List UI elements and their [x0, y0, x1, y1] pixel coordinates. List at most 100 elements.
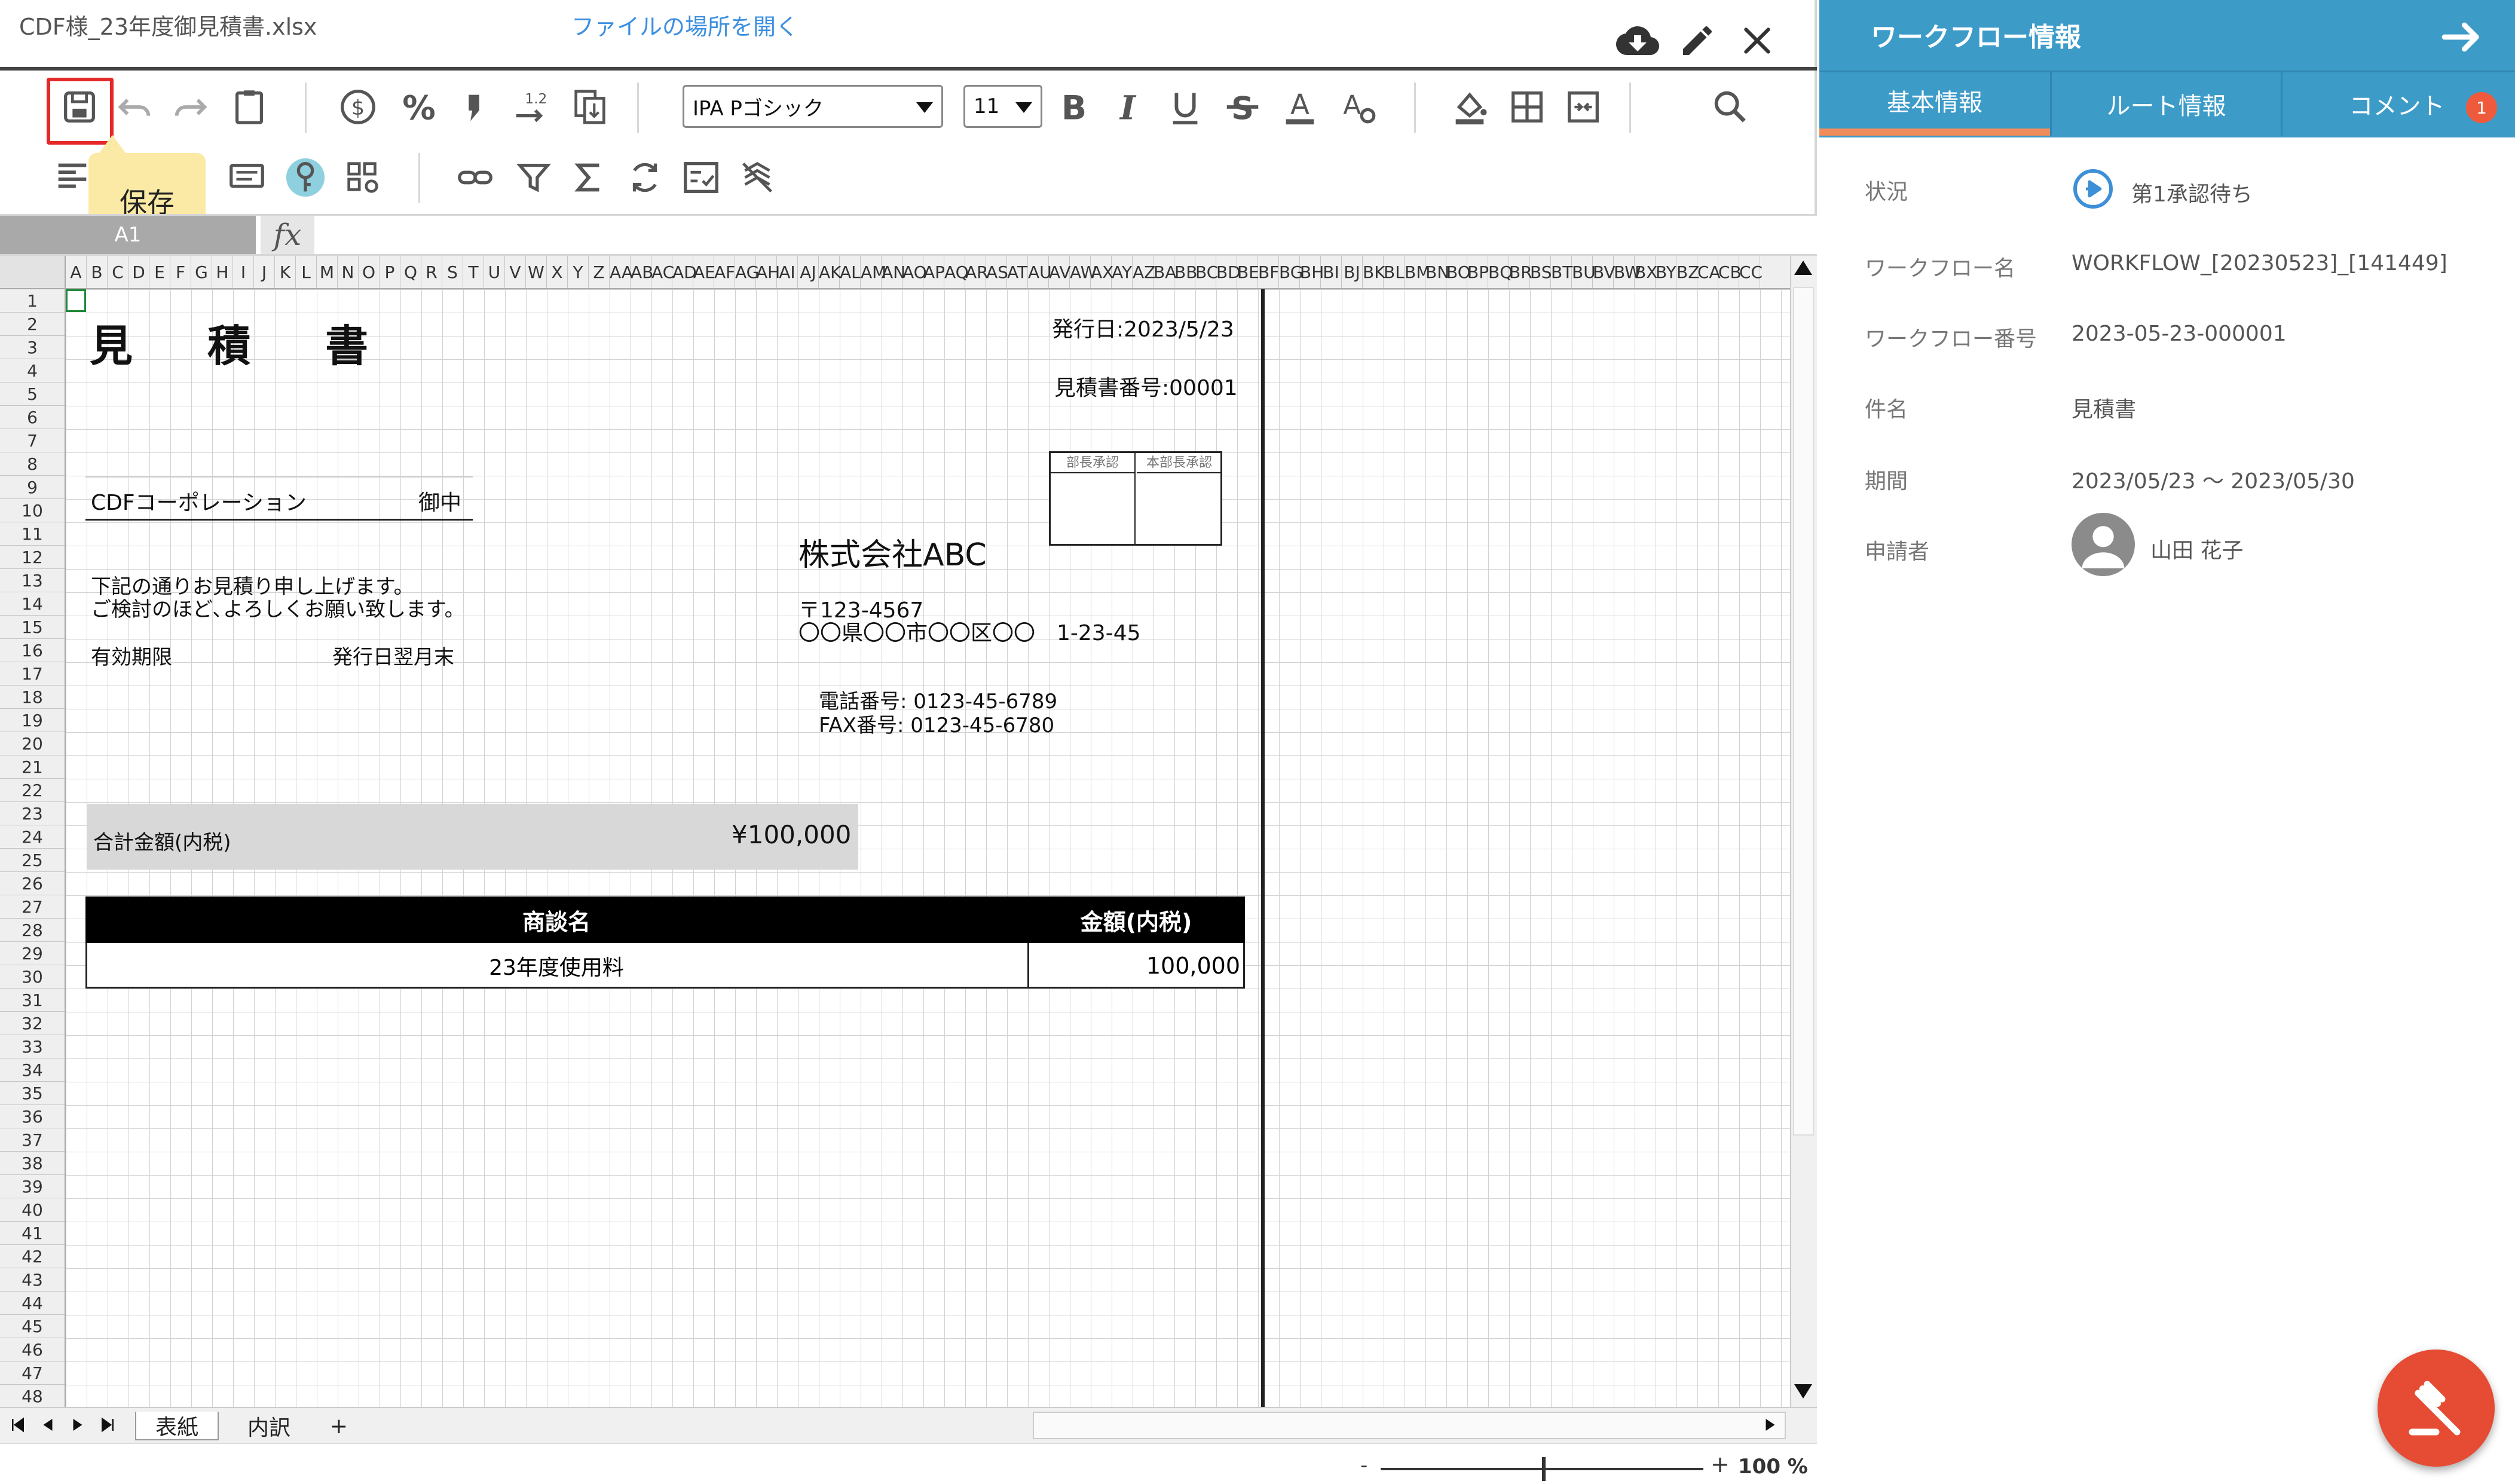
- column-header-cell[interactable]: AV: [1049, 256, 1071, 288]
- close-icon[interactable]: [1733, 17, 1781, 65]
- row-header-cell[interactable]: 39: [0, 1175, 65, 1198]
- column-header-cell[interactable]: AO: [902, 256, 927, 288]
- italic-icon[interactable]: I: [1101, 80, 1155, 134]
- row-header-cell[interactable]: 4: [0, 359, 65, 383]
- column-header-cell[interactable]: Y: [568, 256, 589, 288]
- redo-icon[interactable]: [164, 80, 218, 134]
- bold-icon[interactable]: B: [1047, 80, 1101, 134]
- column-header-cell[interactable]: AS: [986, 256, 1008, 288]
- column-header-cell[interactable]: AT: [1007, 256, 1028, 288]
- scroll-down-icon[interactable]: [1794, 1384, 1812, 1399]
- row-header-cell[interactable]: 28: [0, 919, 65, 942]
- column-header-cell[interactable]: BI: [1321, 256, 1342, 288]
- row-header-cell[interactable]: 44: [0, 1292, 65, 1315]
- column-header-cell[interactable]: AD: [672, 256, 697, 288]
- column-header-cell[interactable]: D: [128, 256, 149, 288]
- column-header-cell[interactable]: I: [233, 256, 254, 288]
- row-header-cell[interactable]: 13: [0, 569, 65, 592]
- column-header-cell[interactable]: AX: [1091, 256, 1113, 288]
- column-header-cell[interactable]: CA: [1697, 256, 1721, 288]
- function-icon[interactable]: fx: [261, 216, 314, 254]
- column-header-cell[interactable]: Q: [400, 256, 421, 288]
- column-header-cell[interactable]: BO: [1446, 256, 1471, 288]
- column-header-cell[interactable]: BP: [1467, 256, 1489, 288]
- column-header-cell[interactable]: J: [254, 256, 275, 288]
- zoom-out-button[interactable]: -: [1360, 1454, 1367, 1477]
- percent-icon[interactable]: %: [392, 80, 446, 134]
- merge-cells-icon[interactable]: [1556, 80, 1610, 134]
- row-header-cell[interactable]: 10: [0, 499, 65, 522]
- row-header-cell[interactable]: 23: [0, 802, 65, 825]
- row-header-cell[interactable]: 29: [0, 942, 65, 965]
- vertical-scrollbar-thumb[interactable]: [1793, 287, 1814, 1136]
- column-header-cell[interactable]: O: [359, 256, 380, 288]
- column-header-cell[interactable]: AZ: [1133, 256, 1155, 288]
- column-header-cell[interactable]: AB: [631, 256, 653, 288]
- row-header-cell[interactable]: 42: [0, 1245, 65, 1268]
- column-header-cell[interactable]: BD: [1216, 256, 1241, 288]
- column-header-cell[interactable]: CC: [1739, 256, 1763, 288]
- tab-route-info[interactable]: ルート情報: [2050, 72, 2281, 136]
- form-icon[interactable]: [674, 151, 728, 204]
- column-header-cell[interactable]: BC: [1195, 256, 1218, 288]
- row-header-cell[interactable]: 36: [0, 1105, 65, 1128]
- row-header-cell[interactable]: 8: [0, 452, 65, 476]
- row-header-cell[interactable]: 22: [0, 779, 65, 802]
- underline-icon[interactable]: [1158, 80, 1212, 134]
- column-header-cell[interactable]: X: [547, 256, 568, 288]
- row-header-cell[interactable]: 32: [0, 1012, 65, 1035]
- column-header-cell[interactable]: F: [170, 256, 191, 288]
- column-header-cell[interactable]: AH: [756, 256, 780, 288]
- sum-icon[interactable]: [562, 151, 616, 204]
- column-header-cell[interactable]: AA: [610, 256, 633, 288]
- column-header-cell[interactable]: AL: [840, 256, 861, 288]
- last-sheet-icon[interactable]: [94, 1412, 121, 1438]
- row-header-cell[interactable]: 43: [0, 1268, 65, 1292]
- column-header-cell[interactable]: BW: [1614, 256, 1641, 288]
- row-header-cell[interactable]: 41: [0, 1222, 65, 1245]
- scroll-right-icon[interactable]: [1757, 1412, 1783, 1438]
- row-header-cell[interactable]: 14: [0, 592, 65, 616]
- column-header-cell[interactable]: T: [463, 256, 484, 288]
- column-header-cell[interactable]: C: [108, 256, 128, 288]
- column-header-cell[interactable]: V: [505, 256, 526, 288]
- column-header-cell[interactable]: BY: [1656, 256, 1676, 288]
- row-header-cell[interactable]: 34: [0, 1058, 65, 1082]
- column-header-cell[interactable]: BS: [1530, 256, 1552, 288]
- row-header-cell[interactable]: 9: [0, 476, 65, 499]
- column-header-cell[interactable]: Z: [589, 256, 610, 288]
- row-header-cell[interactable]: 16: [0, 639, 65, 662]
- column-header-cell[interactable]: AW: [1070, 256, 1097, 288]
- cloud-download-icon[interactable]: [1614, 17, 1662, 65]
- column-header-cell[interactable]: H: [212, 256, 233, 288]
- row-header-cell[interactable]: 40: [0, 1198, 65, 1222]
- clipboard-icon[interactable]: [222, 80, 276, 134]
- zoom-slider-handle[interactable]: [1542, 1457, 1546, 1481]
- row-header-cell[interactable]: 12: [0, 546, 65, 569]
- first-sheet-icon[interactable]: [5, 1412, 31, 1438]
- column-header-cell[interactable]: BH: [1300, 256, 1324, 288]
- comma-style-icon[interactable]: [447, 80, 501, 134]
- strikethrough-icon[interactable]: S: [1216, 80, 1269, 134]
- column-header-cell[interactable]: BT: [1551, 256, 1572, 288]
- column-header-cell[interactable]: BL: [1384, 256, 1405, 288]
- sheet-tab-breakdown[interactable]: 内訳: [231, 1412, 307, 1440]
- undo-icon[interactable]: [108, 80, 161, 134]
- clear-format-icon[interactable]: [730, 151, 784, 204]
- row-header[interactable]: 1 2 3 4 5 6 7 8 9 10 11 12 13 14 15 16 17 18 19 20 21 22 23 24 2…: [0, 289, 66, 1407]
- row-header-cell[interactable]: 33: [0, 1035, 65, 1058]
- column-header-cell[interactable]: AE: [693, 256, 715, 288]
- row-header-cell[interactable]: 48: [0, 1385, 65, 1407]
- column-header[interactable]: A B C D E F G H I J K L M N O P Q R S T U V W X Y Z AAABACADAEAFAG…: [66, 256, 1790, 289]
- arrow-right-icon[interactable]: [2438, 13, 2486, 61]
- column-header-cell[interactable]: BE: [1237, 256, 1259, 288]
- row-header-cell[interactable]: 3: [0, 336, 65, 359]
- row-header-cell[interactable]: 1: [0, 289, 65, 313]
- column-header-cell[interactable]: M: [317, 256, 338, 288]
- column-header-cell[interactable]: AP: [923, 256, 945, 288]
- row-header-cell[interactable]: 27: [0, 895, 65, 919]
- column-header-cell[interactable]: AM: [861, 256, 886, 288]
- horizontal-scrollbar[interactable]: [1033, 1412, 1786, 1439]
- row-header-cell[interactable]: 45: [0, 1315, 65, 1338]
- currency-icon[interactable]: $: [331, 80, 385, 134]
